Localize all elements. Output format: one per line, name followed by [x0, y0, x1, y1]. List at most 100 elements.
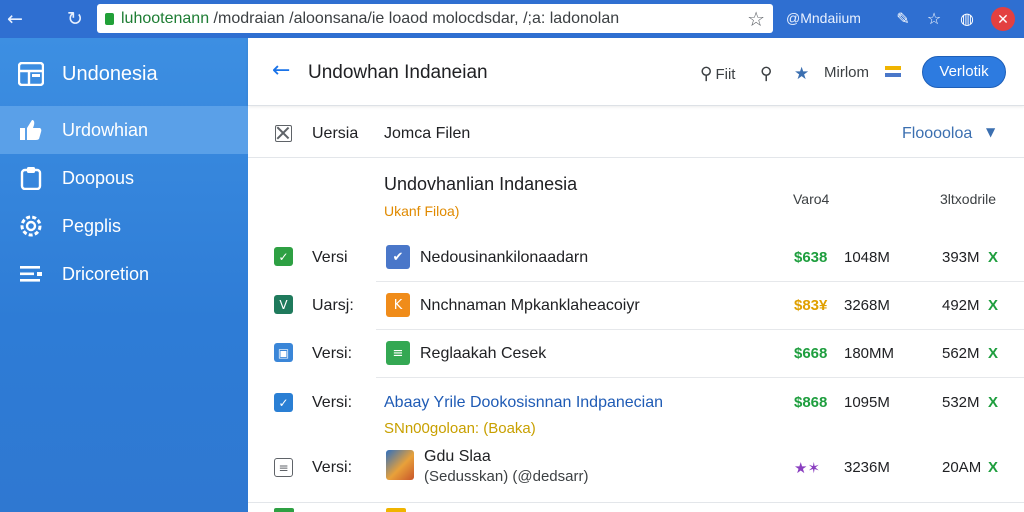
- next-row-checkbox[interactable]: [274, 508, 294, 512]
- row-remove-button[interactable]: X: [988, 297, 998, 314]
- table-row[interactable]: ✓ Versi ✔ Nedousinankilonaadarn $638 104…: [248, 234, 1024, 282]
- row-rating: ★✶: [794, 460, 821, 477]
- close-icon[interactable]: ✕: [991, 7, 1015, 31]
- row-subtitle: SNn00goloan: (Boaka): [384, 420, 536, 437]
- page-title: Undowhan Indaneian: [308, 62, 488, 83]
- table-row[interactable]: V Uarsj: K Nnchnaman Mpkanklaheacoiyr $8…: [248, 282, 1024, 330]
- list-divider: [248, 502, 1024, 503]
- column-size2: 3ltxodrile: [940, 191, 997, 207]
- grid-icon: [18, 61, 44, 87]
- select-all-checkbox[interactable]: [275, 125, 292, 142]
- row-size: 1048M: [844, 249, 890, 266]
- table-row[interactable]: ≡ Versi: Gdu Slaa (Sedusskan) (@dedsarr)…: [248, 442, 1024, 502]
- row-size2: 532M: [942, 394, 980, 411]
- row-subtitle: (Sedusskan) (@dedsarr): [424, 468, 589, 485]
- row-version: Versi:: [312, 394, 353, 411]
- sidebar-title[interactable]: Undonesia: [0, 50, 248, 98]
- column-size: Varo4: [793, 191, 830, 207]
- row-remove-button[interactable]: X: [988, 394, 998, 411]
- row-price: $868: [794, 394, 828, 411]
- url-path: /modraian /aloonsana/ie loaod molocdsdar…: [209, 9, 620, 27]
- file-icon: ✔: [386, 245, 410, 269]
- file-icon: K: [386, 293, 410, 317]
- mirror-label: Mirlom: [824, 64, 869, 81]
- image-thumbnail-icon: [386, 450, 414, 480]
- back-arrow-icon[interactable]: ←: [4, 8, 26, 30]
- url-text: luhootenann /modraian /aloonsana/ie loao…: [121, 10, 741, 28]
- list-icon: [18, 261, 44, 287]
- url-host: luhootenann: [121, 9, 210, 27]
- favorite-button[interactable]: ★: [794, 64, 812, 84]
- row-size2: 492M: [942, 297, 980, 314]
- row-price: $668: [794, 345, 828, 362]
- sidebar-item-label: Urdowhian: [62, 119, 149, 140]
- row-checkbox[interactable]: ≡: [274, 458, 293, 477]
- url-bar[interactable]: luhootenann /modraian /aloonsana/ie loao…: [97, 4, 773, 33]
- row-size: 180MM: [844, 345, 895, 362]
- row-checkbox[interactable]: ✓: [274, 393, 293, 412]
- row-checkbox[interactable]: ✓: [274, 247, 293, 266]
- row-version: Versi: [312, 249, 348, 266]
- sidebar: Undonesia Urdowhian Doopous Pegplis Dric…: [0, 38, 248, 512]
- row-size: 3236M: [844, 459, 890, 476]
- row-checkbox[interactable]: V: [274, 295, 293, 314]
- user-account-label[interactable]: @Mndaiium: [786, 10, 861, 26]
- find-button[interactable]: ⚲ Fiit: [700, 64, 735, 84]
- layers-icon[interactable]: [884, 64, 902, 80]
- row-remove-button[interactable]: X: [988, 345, 998, 362]
- filter-dropdown[interactable]: Flooooloa: [902, 125, 972, 143]
- row-size2: 20AM: [942, 459, 982, 476]
- sidebar-item-dricoretion[interactable]: Dricoretion: [0, 250, 248, 298]
- row-price: $638: [794, 249, 828, 266]
- sidebar-item-label: Doopous: [62, 167, 135, 188]
- row-remove-button[interactable]: X: [988, 249, 998, 266]
- list-toolbar: Uersia Jomca Filen Flooooloa ▼: [248, 107, 1024, 158]
- row-size2: 562M: [942, 345, 980, 362]
- search-icon: ⚲: [700, 64, 713, 84]
- row-size: 1095M: [844, 394, 890, 411]
- sidebar-item-label: Pegplis: [62, 215, 122, 236]
- row-file-name[interactable]: Nedousinankilonaadarn: [420, 249, 588, 267]
- column-file[interactable]: Jomca Filen: [384, 125, 470, 143]
- find-label: Fiit: [715, 65, 736, 83]
- row-version: Versi:: [312, 345, 353, 362]
- table-row[interactable]: ✓ Versi: Abaay Yrile Dookosisnnan Indpan…: [248, 378, 1024, 442]
- sidebar-item-pegplis[interactable]: Pegplis: [0, 202, 248, 250]
- row-remove-button[interactable]: X: [988, 459, 998, 476]
- group-title: Undovhanlian Indanesia: [384, 174, 578, 194]
- row-size: 3268M: [844, 297, 890, 314]
- main-panel: ← Undowhan Indaneian ⚲ Fiit ⚲ ★ Mirlom V…: [248, 38, 1024, 512]
- extension-icon[interactable]: ✎: [892, 8, 914, 30]
- clipboard-icon: [18, 165, 44, 191]
- table-row[interactable]: ▣ Versi: ≡ Reglaakah Cesek $668 180MM 56…: [248, 330, 1024, 378]
- gear-icon: [18, 213, 44, 239]
- group-subtitle: Ukanf Filoa): [384, 203, 460, 219]
- star-icon: ★: [794, 64, 810, 84]
- thumbs-up-icon: [18, 117, 44, 143]
- sidebar-title-label: Undonesia: [62, 62, 158, 85]
- browser-toolbar: ← ↻ luhootenann /modraian /aloonsana/ie …: [0, 0, 1024, 38]
- row-file-name[interactable]: Reglaakah Cesek: [420, 345, 546, 363]
- row-file-name[interactable]: Abaay Yrile Dookosisnnan Indpanecian: [384, 394, 663, 412]
- back-arrow-icon[interactable]: ←: [272, 58, 290, 83]
- star-icon[interactable]: ☆: [923, 8, 945, 30]
- file-icon: ≡: [386, 341, 410, 365]
- row-file-name[interactable]: Gdu Slaa: [424, 448, 491, 466]
- bookmark-star-icon[interactable]: ☆: [747, 7, 765, 31]
- sidebar-item-doopous[interactable]: Doopous: [0, 154, 248, 202]
- row-version: Versi:: [312, 459, 353, 476]
- sidebar-item-urdowhian[interactable]: Urdowhian: [0, 106, 248, 154]
- search-icon[interactable]: ⚲: [760, 64, 775, 84]
- row-checkbox[interactable]: ▣: [274, 343, 293, 362]
- primary-action-button[interactable]: Verlotik: [922, 56, 1006, 88]
- next-row-file-icon: [386, 508, 406, 512]
- row-size2: 393M: [942, 249, 980, 266]
- column-version[interactable]: Uersia: [312, 125, 358, 143]
- globe-icon[interactable]: ◍: [956, 8, 978, 30]
- sidebar-item-label: Dricoretion: [62, 263, 150, 284]
- row-file-name[interactable]: Nnchnaman Mpkanklaheacoiyr: [420, 297, 640, 315]
- mirror-button[interactable]: Mirlom: [824, 64, 869, 81]
- chevron-down-icon[interactable]: ▼: [986, 125, 995, 139]
- reload-icon[interactable]: ↻: [64, 8, 86, 30]
- page-header: ← Undowhan Indaneian ⚲ Fiit ⚲ ★ Mirlom V…: [248, 38, 1024, 106]
